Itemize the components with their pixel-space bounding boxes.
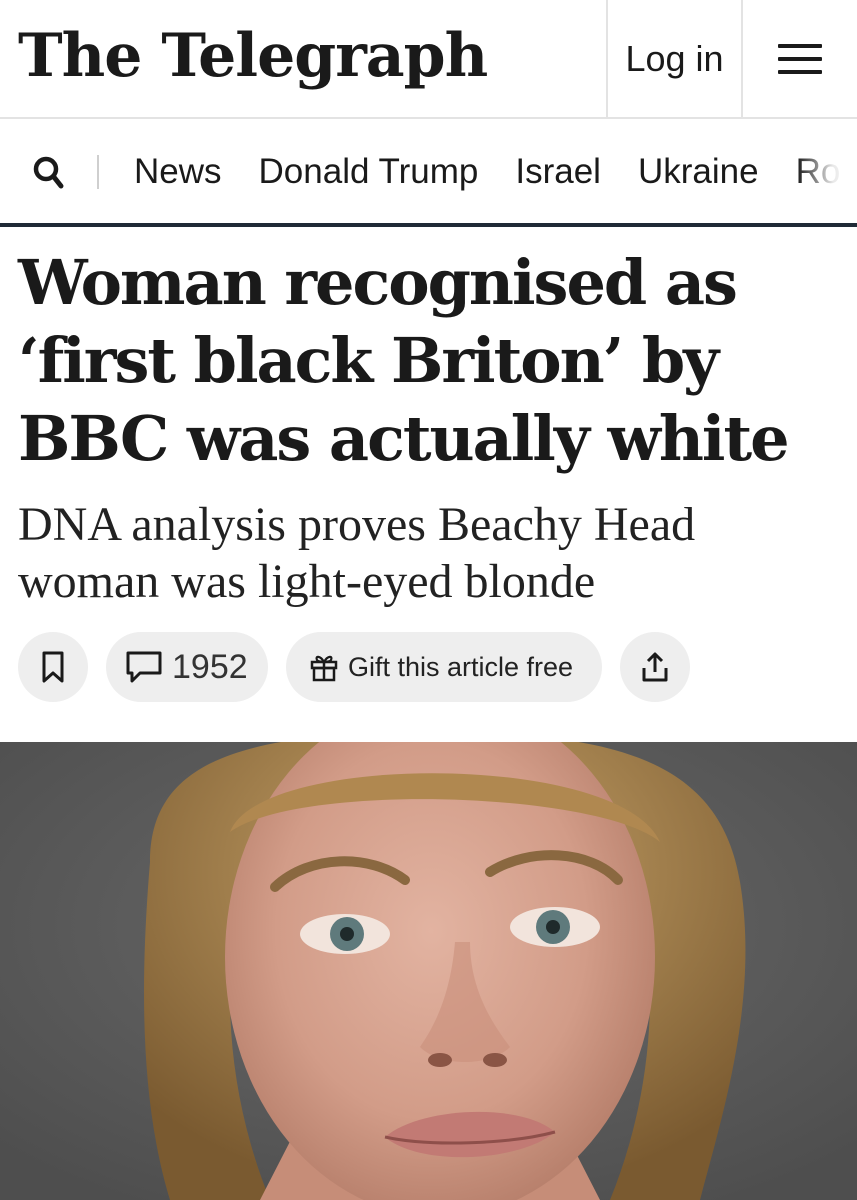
comments-button[interactable]: 1952: [106, 632, 268, 702]
login-button[interactable]: Log in: [608, 0, 741, 117]
hamburger-menu-icon: [778, 43, 822, 74]
nav-fade: [797, 121, 857, 223]
gift-label: Gift this article free: [348, 651, 574, 682]
site-header: The Telegraph Log in: [0, 0, 857, 119]
article-actions: 1952 Gift this article free: [18, 632, 708, 702]
bookmark-button[interactable]: [18, 632, 88, 702]
article-headline: Woman recognised as ‘first black Briton’…: [18, 246, 790, 475]
share-icon: [642, 652, 668, 682]
gift-icon: [310, 655, 338, 682]
share-button[interactable]: [620, 632, 690, 702]
section-nav: News Donald Trump Israel Ukraine Ro: [0, 121, 857, 227]
nav-item-donald-trump[interactable]: Donald Trump: [259, 152, 479, 192]
nav-items: News Donald Trump Israel Ukraine Ro: [134, 121, 857, 223]
article-standfirst: DNA analysis proves Beachy Head woman wa…: [18, 498, 696, 608]
site-logo[interactable]: The Telegraph: [18, 16, 488, 96]
article-image: [0, 742, 857, 1200]
bookmark-icon: [42, 651, 64, 683]
nav-item-israel[interactable]: Israel: [515, 152, 601, 192]
comment-icon: [126, 651, 162, 683]
gift-article-button[interactable]: Gift this article free: [286, 632, 602, 702]
comment-count: 1952: [172, 647, 248, 686]
search-icon[interactable]: [30, 153, 70, 193]
nav-separator: [97, 155, 99, 189]
nav-item-news[interactable]: News: [134, 152, 222, 192]
portrait-image: [0, 742, 857, 1200]
nav-item-ukraine[interactable]: Ukraine: [638, 152, 759, 192]
menu-button[interactable]: [743, 0, 857, 117]
